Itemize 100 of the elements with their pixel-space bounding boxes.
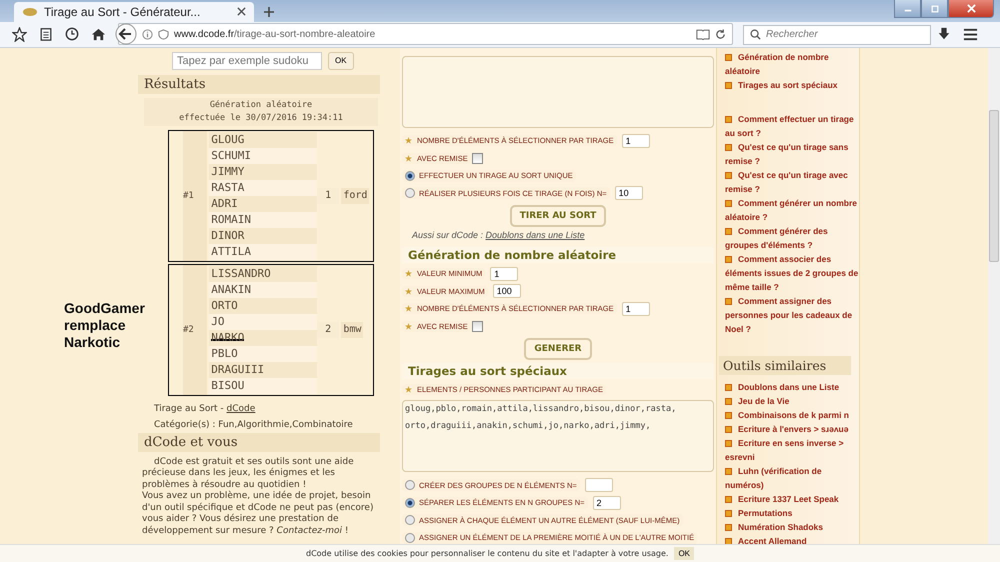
number-field[interactable]: 100 <box>492 284 521 298</box>
sidebar-link[interactable]: Ecriture en sens inverse > esrevni <box>725 436 859 464</box>
ok-button[interactable]: OK <box>328 52 354 70</box>
reader-icon[interactable] <box>696 28 710 40</box>
sidebar-link[interactable]: Comment générer un nombre aléatoire ? <box>725 196 859 224</box>
number-field[interactable]: 1 <box>622 134 650 148</box>
result-header: Génération aléatoire effectuée le 30/07/2016 19:34:11 <box>144 98 378 126</box>
sidebar-link[interactable]: Luhn (vérification de numéros) <box>725 464 859 492</box>
bullet-icon <box>725 398 732 406</box>
name-cell: LISSANDRO <box>209 266 318 282</box>
sidebar-link[interactable]: Accent Allemand <box>725 534 859 544</box>
bullet-icon <box>725 82 732 90</box>
name-cell: ROMAIN <box>209 212 318 228</box>
clipboard-icon[interactable] <box>39 27 53 42</box>
star-icon <box>405 322 412 330</box>
url-field[interactable]: www.dcode.fr/tirage-au-sort-nombre-aleatoire <box>118 23 733 46</box>
generate-button[interactable]: GENERER <box>524 338 592 360</box>
download-icon[interactable] <box>937 27 951 42</box>
maximize-button[interactable] <box>921 0 948 18</box>
site-search-field[interactable]: Tapez par exemple sudoku <box>172 52 322 70</box>
tab-title: Tirage au Sort - Générateur... <box>44 4 202 19</box>
number-field[interactable]: 10 <box>614 186 643 200</box>
info-icon[interactable] <box>142 28 153 40</box>
source-text: Tirage au Sort - <box>154 404 225 414</box>
bullet-icon <box>725 496 732 504</box>
close-icon[interactable] <box>237 7 246 16</box>
sidebar-link[interactable]: Ecriture à l'envers > sɹǝʌuǝ <box>725 422 859 436</box>
bullet-icon <box>725 298 732 306</box>
also-link[interactable]: Doublons dans une Liste <box>486 230 585 240</box>
menu-icon[interactable] <box>963 26 978 42</box>
shield-icon[interactable] <box>158 28 169 40</box>
sidebar-link[interactable]: Permutations <box>725 506 859 520</box>
sidebar-link[interactable]: Ecriture 1337 Leet Speak <box>725 492 859 506</box>
bullet-icon <box>725 538 732 544</box>
star-icon <box>405 270 412 278</box>
reload-icon[interactable] <box>715 28 726 40</box>
section-title: dCode et vous <box>138 432 380 452</box>
close-button[interactable] <box>948 0 994 18</box>
name-cell: DRAGUIII <box>209 362 318 378</box>
star-icon <box>405 137 412 144</box>
sidebar-link[interactable]: Comment effectuer un tirage au sort ? <box>725 112 859 140</box>
also-text: Aussi sur dCode : <box>412 230 484 240</box>
name-cell: BISOU <box>209 378 318 394</box>
group-tag-cell: ford <box>341 188 370 204</box>
group-label: #1 <box>183 190 194 201</box>
sidebar-link[interactable]: Qu'est ce qu'un tirage sans remise ? <box>725 140 859 168</box>
section-title: Outils similaires <box>719 356 851 375</box>
history-icon[interactable] <box>65 27 79 42</box>
sidebar-link[interactable]: Numération Shadoks <box>725 520 859 534</box>
bullet-icon <box>725 384 732 392</box>
sidebar-link[interactable]: Comment associer des éléments issues de 2 groupes de même taille ? <box>725 252 859 294</box>
sidebar-link[interactable]: Combinaisons de k parmi n <box>725 408 859 422</box>
new-tab-icon[interactable] <box>264 6 274 17</box>
sidebar-link[interactable]: Jeu de la Vie <box>725 394 859 408</box>
sidebar-link[interactable]: Qu'est ce qu'un tirage avec remise ? <box>725 168 859 196</box>
source-link[interactable]: dCode <box>226 404 256 414</box>
checkbox[interactable] <box>472 152 483 164</box>
close-icon <box>966 4 976 13</box>
star-icon[interactable] <box>12 26 27 42</box>
cookie-ok-button[interactable]: OK <box>674 547 694 560</box>
number-field[interactable]: 1 <box>622 302 650 316</box>
star-icon <box>405 288 412 295</box>
star-icon <box>405 305 412 312</box>
number-field[interactable]: 2 <box>592 496 621 510</box>
number-field[interactable]: 1 <box>490 266 518 281</box>
sidebar-link[interactable]: Tirages au sort spéciaux <box>725 78 859 92</box>
bullet-icon <box>725 256 732 264</box>
checkbox[interactable] <box>472 320 483 332</box>
scrollbar[interactable] <box>988 48 1000 544</box>
name-cell: ORTO <box>209 298 318 314</box>
bullet-icon <box>725 426 732 434</box>
sidebar-link[interactable]: Doublons dans une Liste <box>725 380 859 394</box>
sidebar-link[interactable]: Comment assigner des personnes pour les cadeaux de Noel ? <box>725 294 859 336</box>
name-cell: ADRI <box>209 196 318 212</box>
draw-button[interactable]: TIRER AU SORT <box>510 204 606 227</box>
bullet-icon <box>725 54 732 62</box>
annotation-text: GoodGamer remplace Narkotic <box>64 300 145 352</box>
bullet-icon <box>725 524 732 532</box>
section-title: Tirages au sort spéciaux <box>402 362 714 379</box>
search-field[interactable]: Rechercher <box>743 24 931 45</box>
sidebar-link[interactable]: Comment générer des groupes d'éléments ? <box>725 224 859 252</box>
group-label: #2 <box>183 324 194 335</box>
back-icon[interactable] <box>115 23 137 46</box>
browser-tab[interactable]: Tirage au Sort - Générateur... <box>14 2 254 22</box>
elements-textarea[interactable]: gloug,pblo,romain,attila,lissandro,bisou,dinor,rasta, orto,draguiii,anakin,schumi,jo,narko,adri,jimmy, <box>402 400 714 472</box>
about-paragraph: dCode est gratuit et ses outils sont une aide précieuse dans les jeux, les énigmes et les problèmes à résoudre au quotidien ! Vous avez un problème, une idée de projet, besoin d'un outil spécifique et dCode ne peut pas (encore) vous aider ? Vous désirez une prestation de développement sur mesure ? Contactez-moi ! <box>142 456 374 538</box>
section-title: Génération de nombre aléatoire <box>402 246 714 263</box>
maximize-icon <box>930 4 938 12</box>
bullet-icon <box>725 510 732 518</box>
favicon-icon <box>22 6 38 17</box>
bullet-icon <box>725 412 732 420</box>
name-cell: ANAKIN <box>209 282 318 298</box>
section-title: Résultats <box>138 74 380 94</box>
home-icon[interactable] <box>91 26 106 42</box>
bullet-icon <box>725 144 732 152</box>
number-field[interactable] <box>584 478 613 492</box>
bullet-icon <box>725 200 732 208</box>
minimize-button[interactable] <box>894 0 921 18</box>
name-cell: SCHUMI <box>209 148 318 164</box>
sidebar-link[interactable]: Génération de nombre aléatoire <box>725 50 859 78</box>
